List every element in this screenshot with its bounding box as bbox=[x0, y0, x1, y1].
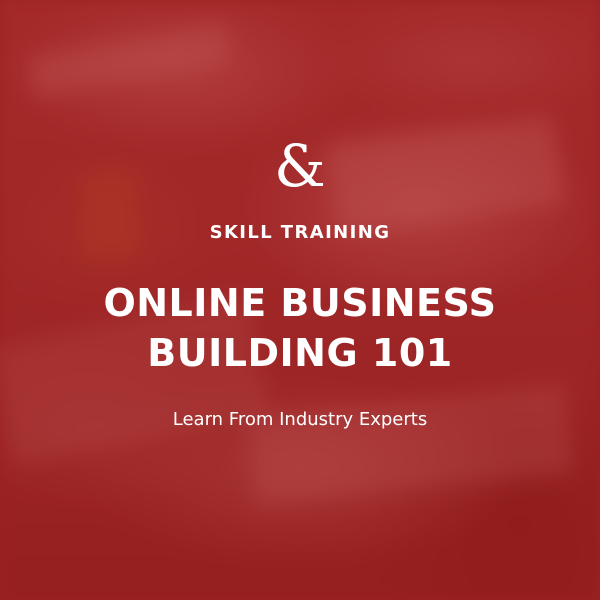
headline-line-2: BUILDING 101 bbox=[147, 331, 453, 375]
eyebrow-label: SKILL TRAINING bbox=[209, 222, 391, 243]
promo-content: & SKILL TRAINING ONLINE BUSINESS BUILDIN… bbox=[0, 0, 600, 600]
headline: ONLINE BUSINESS BUILDING 101 bbox=[0, 278, 600, 378]
headline-line-1: ONLINE BUSINESS bbox=[103, 281, 497, 325]
subheadline: Learn From Industry Experts bbox=[172, 409, 428, 430]
promo-card: & SKILL TRAINING ONLINE BUSINESS BUILDIN… bbox=[0, 0, 600, 600]
ampersand-icon: & bbox=[274, 132, 326, 200]
